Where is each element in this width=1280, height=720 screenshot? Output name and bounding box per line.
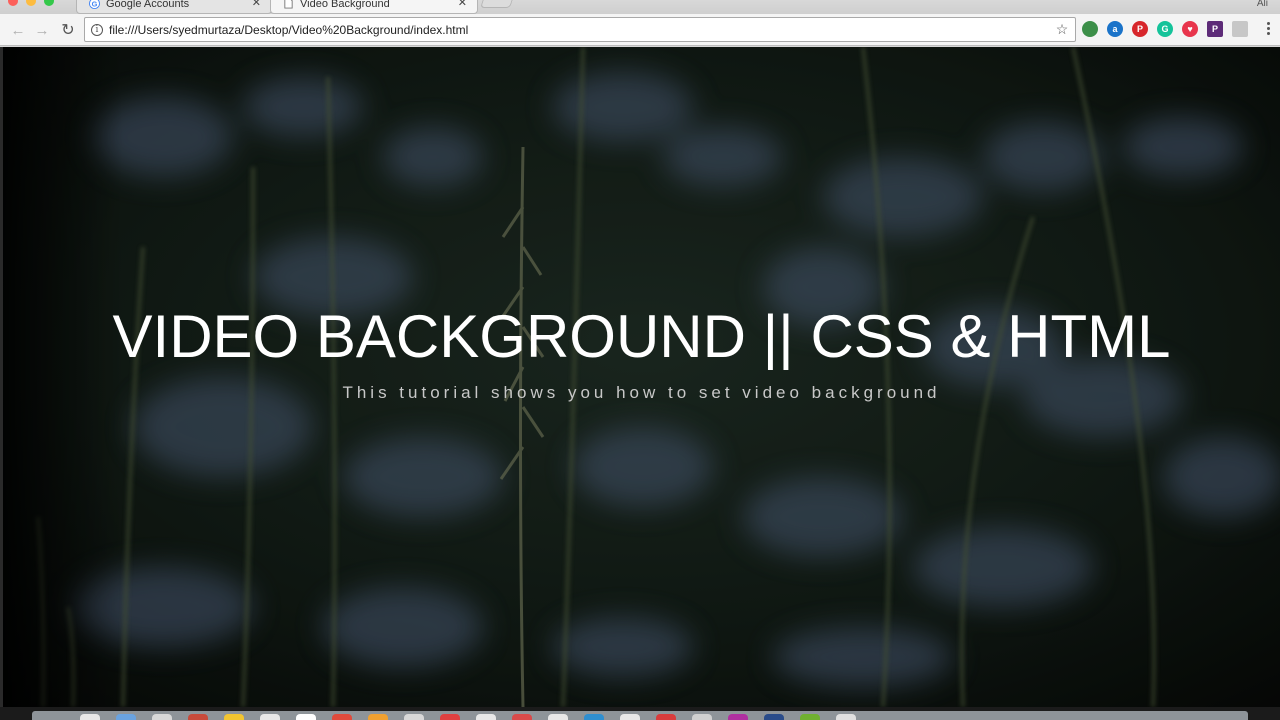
hero-title: VIDEO BACKGROUND || CSS & HTML <box>112 303 1171 370</box>
globe-extension-icon[interactable] <box>1082 21 1098 37</box>
dock-app-icon[interactable] <box>800 714 820 720</box>
dock <box>32 711 1248 720</box>
notes-dock-icon[interactable] <box>224 714 244 720</box>
tab-title: Google Accounts <box>106 0 190 10</box>
dock-app-icon[interactable] <box>440 714 460 720</box>
page-icon <box>284 0 293 9</box>
reload-button[interactable]: ↻ <box>58 20 78 40</box>
page-viewport: VIDEO BACKGROUND || CSS & HTML This tuto… <box>3 47 1280 707</box>
dock-app-icon[interactable] <box>152 714 172 720</box>
dock-app-icon[interactable] <box>656 714 676 720</box>
dock-app-icon[interactable] <box>296 714 316 720</box>
blank-extension-icon[interactable] <box>1232 21 1248 37</box>
bookmark-star-icon[interactable]: ☆ <box>1053 21 1071 38</box>
atavi-extension-icon[interactable]: a <box>1107 21 1123 37</box>
back-button[interactable]: ← <box>8 20 28 40</box>
dock-app-icon[interactable] <box>260 714 280 720</box>
google-g-icon: G <box>89 0 100 9</box>
finder-dock-icon[interactable] <box>80 714 100 720</box>
tab-strip: G Google Accounts ✕ Video Background ✕ A… <box>0 0 1280 14</box>
dock-app-icon[interactable] <box>368 714 388 720</box>
url-text[interactable]: file:///Users/syedmurtaza/Desktop/Video%… <box>109 23 1053 37</box>
p-square-extension-icon[interactable]: P <box>1207 21 1223 37</box>
minimize-window-button[interactable] <box>26 0 36 6</box>
dock-app-icon[interactable] <box>620 714 640 720</box>
dock-app-icon[interactable] <box>404 714 424 720</box>
hero-subtitle: This tutorial shows you how to set video… <box>342 383 941 402</box>
window-controls <box>8 0 54 6</box>
reload-icon: ↻ <box>61 22 75 39</box>
safari-dock-icon[interactable] <box>116 714 136 720</box>
dock-app-icon[interactable] <box>728 714 748 720</box>
arrow-right-icon: → <box>34 21 50 39</box>
desktop-bottom <box>0 707 1280 720</box>
profile-name[interactable]: Ali <box>1257 0 1268 9</box>
tab-google-accounts[interactable]: G Google Accounts ✕ <box>76 0 272 14</box>
dock-app-icon[interactable] <box>476 714 496 720</box>
dock-app-icon[interactable] <box>332 714 352 720</box>
close-tab-icon[interactable]: ✕ <box>458 0 467 9</box>
trash-dock-icon[interactable] <box>836 714 856 720</box>
menu-dot <box>1267 27 1270 30</box>
maximize-window-button[interactable] <box>44 0 54 6</box>
address-bar[interactable]: i file:///Users/syedmurtaza/Desktop/Vide… <box>84 17 1076 42</box>
extensions-area: a P G ♥ P <box>1082 21 1248 37</box>
dock-app-icon[interactable] <box>692 714 712 720</box>
dock-app-icon[interactable] <box>512 714 532 720</box>
hero-section: VIDEO BACKGROUND || CSS & HTML This tuto… <box>3 305 1280 403</box>
new-tab-button[interactable] <box>480 0 514 8</box>
forward-button[interactable]: → <box>32 20 52 40</box>
dock-app-icon[interactable] <box>764 714 784 720</box>
close-window-button[interactable] <box>8 0 18 6</box>
tab-video-background[interactable]: Video Background ✕ <box>270 0 478 14</box>
browser-menu-button[interactable] <box>1267 22 1270 35</box>
menu-dot <box>1267 22 1270 25</box>
browser-window: G Google Accounts ✕ Video Background ✕ A… <box>0 0 1280 720</box>
tab-title: Video Background <box>300 0 390 10</box>
svg-text:G: G <box>92 0 98 8</box>
dock-app-icon[interactable] <box>188 714 208 720</box>
pinterest-extension-icon[interactable]: P <box>1132 21 1148 37</box>
dock-app-icon[interactable] <box>584 714 604 720</box>
arrow-left-icon: ← <box>10 21 26 39</box>
menu-dot <box>1267 32 1270 35</box>
pocket-extension-icon[interactable]: ♥ <box>1182 21 1198 37</box>
dock-app-icon[interactable] <box>548 714 568 720</box>
grammarly-extension-icon[interactable]: G <box>1157 21 1173 37</box>
close-tab-icon[interactable]: ✕ <box>252 0 261 9</box>
info-icon[interactable]: i <box>91 23 103 36</box>
browser-toolbar: ← → ↻ i file:///Users/syedmurtaza/Deskto… <box>0 14 1280 46</box>
